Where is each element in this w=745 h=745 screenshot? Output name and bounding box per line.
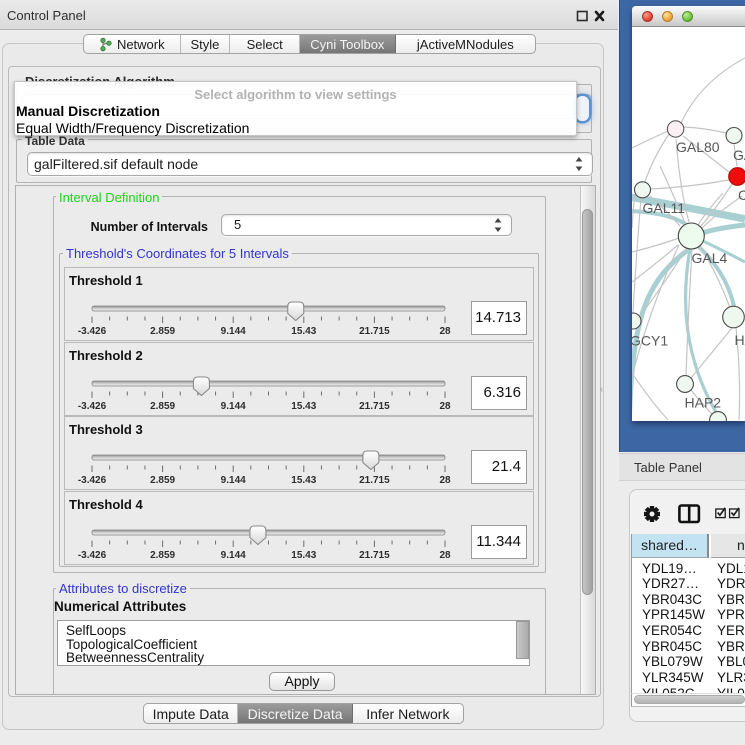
svg-text:21.715: 21.715: [359, 401, 390, 412]
svg-text:GAL2: GAL2: [733, 147, 745, 163]
svg-text:HAP2: HAP2: [685, 395, 722, 411]
svg-text:9.144: 9.144: [221, 401, 246, 412]
svg-text:-3.426: -3.426: [78, 326, 107, 337]
svg-text:9.144: 9.144: [221, 326, 246, 337]
svg-text:-3.426: -3.426: [78, 401, 107, 412]
svg-text:21.715: 21.715: [359, 550, 390, 561]
svg-text:15.43: 15.43: [291, 401, 316, 412]
svg-text:15.43: 15.43: [291, 475, 316, 486]
svg-text:GAL80: GAL80: [676, 139, 720, 155]
svg-text:15.43: 15.43: [291, 550, 316, 561]
svg-text:GCY1: GCY1: [632, 333, 668, 349]
svg-text:2.859: 2.859: [150, 550, 175, 561]
svg-text:9.144: 9.144: [221, 475, 246, 486]
svg-text:HA: HA: [735, 332, 745, 348]
svg-text:2.859: 2.859: [150, 326, 175, 337]
svg-text:28: 28: [439, 326, 451, 337]
svg-text:15.43: 15.43: [291, 326, 316, 337]
svg-text:28: 28: [439, 401, 451, 412]
svg-text:21.715: 21.715: [359, 326, 390, 337]
svg-text:9.144: 9.144: [221, 550, 246, 561]
svg-text:-3.426: -3.426: [78, 475, 107, 486]
svg-text:28: 28: [439, 550, 451, 561]
svg-text:2.859: 2.859: [150, 475, 175, 486]
svg-text:28: 28: [439, 475, 451, 486]
svg-text:GAL11: GAL11: [643, 200, 686, 216]
svg-text:GAL4: GAL4: [692, 250, 728, 266]
svg-text:-3.426: -3.426: [78, 550, 107, 561]
svg-text:2.859: 2.859: [150, 401, 175, 412]
svg-text:21.715: 21.715: [359, 475, 390, 486]
svg-text:CDC: CDC: [738, 187, 745, 203]
